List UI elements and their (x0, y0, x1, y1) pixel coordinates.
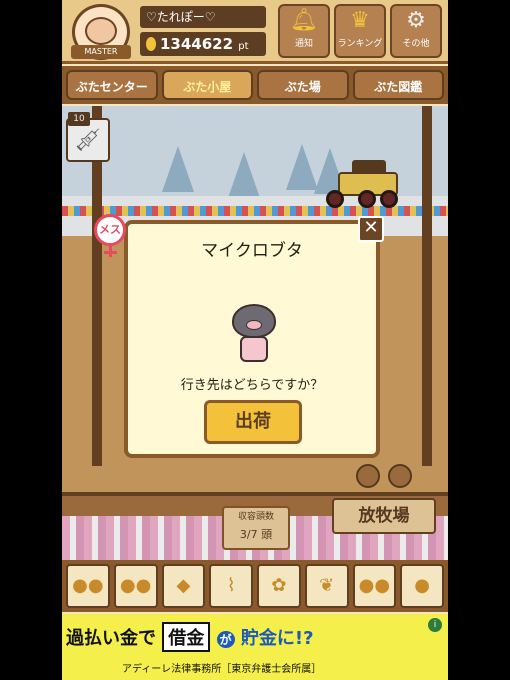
female-symbol-cross (104, 251, 117, 254)
ranking-label: ランキング (337, 39, 383, 49)
feed-item[interactable]: ⌇ (209, 564, 253, 608)
feed-item[interactable]: ●● (113, 564, 158, 608)
other-label: その他 (402, 39, 430, 49)
pig-icon (232, 304, 276, 364)
ship-dialog: メス ✕ マイクロブタ 行き先はどちらですか？ 出荷 (94, 214, 384, 458)
tab-pig-center[interactable]: ぶたセンター (66, 70, 158, 100)
user-name: ♡たれぽー♡ (140, 6, 266, 28)
feed-item[interactable]: ◆ (161, 564, 206, 608)
header: MASTER ♡たれぽー♡ 1344622 pt 🔔︎ 通知 ♛ ランキング ⚙… (62, 0, 448, 64)
ad-banner[interactable]: 過払い金で 借金 が 貯金に!? アディーレ法律事務所［東京弁護士会所属］ i (62, 614, 448, 680)
ad-headline: 過払い金で 借金 が 貯金に!? (66, 622, 436, 652)
pig-body (240, 336, 268, 362)
crown-icon: ♛ (350, 8, 370, 33)
tab-pig-farm[interactable]: ぶた場 (257, 70, 349, 100)
coin-icon (146, 37, 156, 51)
feed-item[interactable]: ✿ (257, 564, 301, 608)
ad-text-1: 過払い金で (66, 628, 156, 649)
feed-item[interactable]: ●● (66, 564, 110, 608)
notice-button[interactable]: 🔔︎ 通知 (278, 4, 330, 58)
ranking-button[interactable]: ♛ ランキング (334, 4, 386, 58)
feed-bar: ●● ●● ◆ ⌇ ✿ ❦ ●● ● (62, 560, 448, 612)
game-screen: MASTER ♡たれぽー♡ 1344622 pt 🔔︎ 通知 ♛ ランキング ⚙… (62, 0, 448, 680)
info-icon[interactable]: i (428, 618, 442, 632)
avatar-badge: MASTER (71, 45, 131, 59)
ad-text-3: が (216, 631, 235, 648)
coin-unit: pt (238, 41, 249, 52)
dialog-title: マイクロブタ (201, 241, 303, 261)
tab-pig-book[interactable]: ぶた図鑑 (352, 70, 444, 100)
gear-icon: ⚙ (406, 8, 426, 33)
coin-amount: 1344622 (160, 35, 234, 53)
other-button[interactable]: ⚙ その他 (390, 4, 442, 58)
ad-text-2: 借金 (162, 622, 211, 652)
feed-item[interactable]: ● (400, 564, 444, 608)
ad-text-4: 貯金に!? (240, 628, 314, 649)
ad-sponsor: アディーレ法律事務所［東京弁護士会所属］ (122, 664, 322, 675)
dialog-question: 行き先はどちらですか？ (180, 378, 324, 393)
avatar[interactable]: MASTER (71, 4, 131, 60)
gender-label: メス (99, 223, 121, 236)
feed-item[interactable]: ❦ (304, 564, 349, 608)
tab-pig-hut[interactable]: ぶた小屋 (161, 70, 253, 100)
tab-bar: ぶたセンター ぶた小屋 ぶた場 ぶた図鑑 (62, 66, 448, 104)
bell-icon: 🔔︎ (290, 8, 318, 33)
female-icon: メス (94, 214, 126, 257)
pig-snout (246, 320, 262, 330)
notice-label: 通知 (294, 39, 313, 49)
pig-face-icon (85, 17, 117, 45)
feed-item[interactable]: ●● (352, 564, 397, 608)
coin-balance: 1344622 pt (140, 32, 266, 56)
ship-button[interactable]: 出荷 (204, 400, 302, 444)
